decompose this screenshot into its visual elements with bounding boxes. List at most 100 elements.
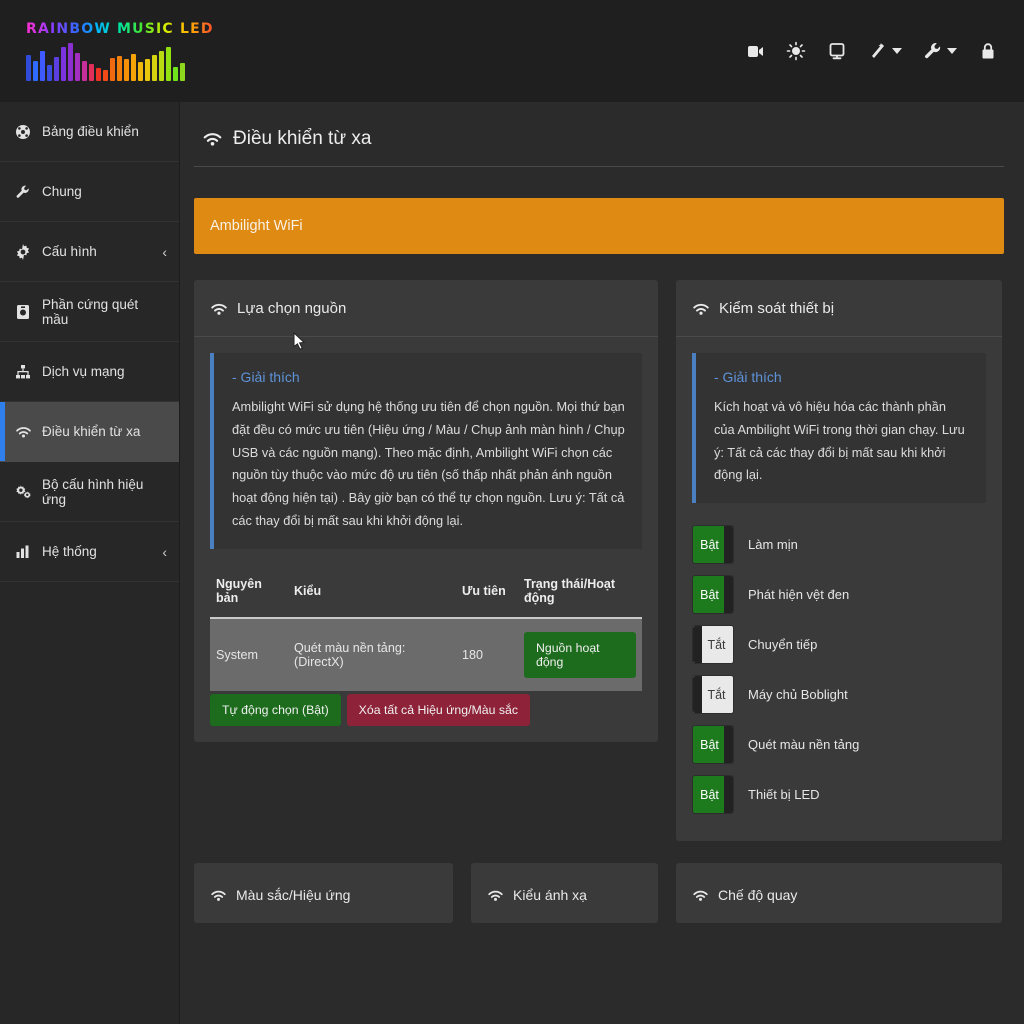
card-title: Kiểu ánh xạ [513,887,587,904]
sidebar-item-label: Hệ thống [42,544,97,559]
alert-banner: Ambilight WiFi [194,198,1004,254]
toggle-label: Thiết bị LED [748,787,820,803]
clear-all-button[interactable]: Xóa tất cả Hiệu ứng/Màu sắc [346,693,530,726]
sidebar-item-label: Bộ cấu hình hiệu ứng [42,476,144,507]
explanation-text: Kích hoạt và vô hiệu hóa các thành phần … [714,399,965,483]
toggle-forwarder[interactable]: Tắt [692,625,734,665]
sidebar-item-label: Phần cứng quét mầu [42,296,139,327]
sidebar-item-configuration[interactable]: Cấu hình ‹ [0,222,179,282]
color-effects-header: Màu sắc/Hiệu ứng [194,863,453,923]
sidebar-item-dashboard[interactable]: Bảng điều khiển [0,102,179,162]
gear-icon [14,243,32,260]
card-title: Lựa chọn nguồn [237,300,347,317]
card-title: Kiểm soát thiết bị [719,300,835,317]
toggle-platform-capture[interactable]: Bật [692,725,734,765]
explanation-title: - Giải thích [232,369,300,385]
gears-icon [14,484,32,500]
video-icon[interactable] [745,41,765,61]
page-title: Điều khiển từ xa [194,124,1004,167]
toggle-smoothing[interactable]: Bật [692,525,734,565]
toggle-boblight-server[interactable]: Tắt [692,675,734,715]
cell-priority: 180 [456,617,518,691]
wrench-icon [14,184,32,200]
toggle-led-device[interactable]: Bật [692,775,734,815]
source-table: Nguyên bản Kiểu Ưu tiên Trạng thái/Hoạt … [210,570,642,691]
monitor-icon[interactable] [827,41,847,61]
sidebar-item-remote-control[interactable]: Điều khiển từ xa [0,402,179,462]
explanation-text: Ambilight WiFi sử dụng hệ thống ưu tiên … [232,399,625,528]
toggle-row-forwarder: Tắt Chuyển tiếp [692,625,986,665]
page-title-text: Điều khiển từ xa [233,128,372,149]
source-selection-card: Lựa chọn nguồn - Giải thích Ambilight Wi… [194,280,658,742]
sidebar-item-general[interactable]: Chung [0,162,179,222]
source-selection-body: - Giải thích Ambilight WiFi sử dụng hệ t… [194,337,658,742]
toggle-label: Máy chủ Boblight [748,687,848,703]
cell-origin: System [210,617,288,691]
sidebar-item-label: Chung [42,184,82,199]
sidebar: Bảng điều khiển Chung Cấu hình ‹ Phần cứ… [0,102,180,1024]
magic-wand-icon[interactable] [868,41,902,61]
device-control-header: Kiểm soát thiết bị [676,280,1002,337]
wifi-icon [210,302,228,316]
chevron-down-icon [892,48,902,54]
cell-status: Nguồn hoạt động [518,617,642,691]
toggle-row-platform-capture: Bật Quét màu nền tảng [692,725,986,765]
main-content: Điều khiển từ xa Ambilight WiFi Lựa chọn… [180,102,1024,1024]
toggle-row-blackbar-detection: Bật Phát hiện vệt đen [692,575,986,615]
brand-logo[interactable]: RAINBOW MUSIC LED [22,21,214,81]
device-toggle-list: Bật Làm mịn Bật Phát hiện vệt đen Tắt Ch… [692,525,986,815]
sidebar-item-effect-configurator[interactable]: Bộ cấu hình hiệu ứng [0,462,179,522]
device-explanation-box: - Giải thích Kích hoạt và vô hiệu hóa cá… [692,353,986,504]
chart-icon [14,544,32,560]
source-action-buttons: Tự động chọn (Bật) Xóa tất cả Hiệu ứng/M… [210,693,642,726]
auto-select-button[interactable]: Tự động chọn (Bật) [210,693,341,726]
rotation-mode-header: Chế độ quay [676,863,1002,923]
lock-icon[interactable] [978,41,998,61]
mapping-type-header: Kiểu ánh xạ [471,863,658,923]
toggle-label: Làm mịn [748,537,798,553]
sidebar-item-capture-hardware[interactable]: Phần cứng quét mầu [0,282,179,342]
column-header-status: Trạng thái/Hoạt động [518,570,642,619]
source-selection-header: Lựa chọn nguồn [194,280,658,337]
active-source-button[interactable]: Nguồn hoạt động [524,631,636,678]
device-control-body: - Giải thích Kích hoạt và vô hiệu hóa cá… [676,337,1002,841]
toggle-row-led-device: Bật Thiết bị LED [692,775,986,815]
cards-grid: Lựa chọn nguồn - Giải thích Ambilight Wi… [194,280,1004,842]
mapping-type-card: Kiểu ánh xạ [471,863,658,924]
wifi-icon [210,889,227,902]
wifi-icon [692,302,710,316]
body-layout: Bảng điều khiển Chung Cấu hình ‹ Phần cứ… [0,102,1024,1024]
toggle-row-boblight-server: Tắt Máy chủ Boblight [692,675,986,715]
equalizer-bars-icon [26,41,214,81]
sidebar-item-network-services[interactable]: Dịch vụ mạng [0,342,179,402]
source-explanation-box: - Giải thích Ambilight WiFi sử dụng hệ t… [210,353,642,549]
rotation-mode-card: Chế độ quay [676,863,1002,924]
cell-type: Quét màu nền tảng: (DirectX) [288,617,456,691]
table-row: System Quét màu nền tảng: (DirectX) 180 … [210,617,642,691]
bottom-cards-grid: Màu sắc/Hiệu ứng Kiểu ánh xạ Chế độ quay [194,863,1004,924]
device-control-card: Kiểm soát thiết bị - Giải thích Kích hoạ… [676,280,1002,842]
wifi-icon [487,889,504,902]
toggle-label: Phát hiện vệt đen [748,587,850,603]
top-icon-group [745,41,998,61]
wifi-icon [692,889,709,902]
wifi-icon [202,131,223,147]
toggle-row-smoothing: Bật Làm mịn [692,525,986,565]
chevron-down-icon [947,48,957,54]
chevron-left-icon: ‹ [162,543,167,560]
toggle-label: Quét màu nền tảng [748,737,860,753]
brightness-icon[interactable] [786,41,806,61]
network-icon [14,364,32,380]
toggle-blackbar-detection[interactable]: Bật [692,575,734,615]
sidebar-item-system[interactable]: Hệ thống ‹ [0,522,179,582]
camera-icon [14,304,32,320]
sidebar-item-label: Cấu hình [42,244,97,259]
wrench-icon[interactable] [923,41,957,61]
column-header-origin: Nguyên bản [210,570,288,619]
card-title: Màu sắc/Hiệu ứng [236,887,351,904]
chevron-left-icon: ‹ [162,243,167,260]
color-effects-card: Màu sắc/Hiệu ứng [194,863,453,924]
sidebar-item-label: Dịch vụ mạng [42,364,125,379]
column-header-priority: Ưu tiên [456,570,518,619]
explanation-title: - Giải thích [714,369,782,385]
